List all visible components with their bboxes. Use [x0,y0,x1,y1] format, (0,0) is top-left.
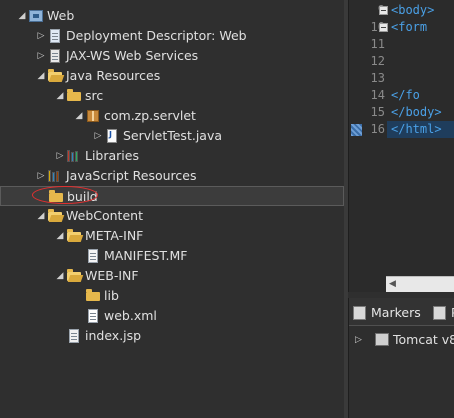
server-label: Tomcat v8. [393,332,454,347]
collapse-arrow-icon[interactable]: ◢ [35,206,47,226]
tree-item-label: Deployment Descriptor: Web [66,28,247,43]
tree-item[interactable]: ◢ Java Resources [0,66,344,86]
editor-horizontal-scrollbar[interactable]: ◀ [386,276,454,292]
tree-item[interactable]: ▷ JavaScript Resources [0,166,344,186]
expand-arrow-icon[interactable]: ▷ [92,126,104,146]
line-number: 13 [370,71,385,85]
tree-item[interactable]: lib [0,286,344,306]
tree-item-label: Libraries [85,148,139,163]
scroll-left-icon[interactable]: ◀ [389,279,396,289]
server-row[interactable]: ▷ Tomcat v8. [349,330,454,350]
tree-item[interactable]: index.jsp [0,326,344,346]
server-icon [375,333,389,346]
tree-item[interactable]: ◢ WEB-INF [0,266,344,286]
tree-item-label: JAX-WS Web Services [66,48,199,63]
tree-item[interactable]: ◢ com.zp.servlet [0,106,344,126]
tree-item-label: MANIFEST.MF [104,248,188,263]
collapse-arrow-icon[interactable]: ◢ [54,226,66,246]
tree-item-label: index.jsp [85,328,142,343]
xml-file-icon [85,309,101,323]
line-number: 12 [370,54,385,68]
code-line[interactable]: </body> [391,104,442,121]
tree-item[interactable]: MANIFEST.MF [0,246,344,266]
code-line[interactable]: <body> [391,2,434,19]
code-line[interactable]: </fo [391,87,420,104]
collapse-arrow-icon[interactable]: ◢ [73,106,85,126]
tree-item[interactable]: ▷ Deployment Descriptor: Web [0,26,344,46]
tree-item-label: com.zp.servlet [104,108,196,123]
panel-tab[interactable]: Markers [371,303,421,323]
deployment-descriptor-icon [47,29,63,43]
change-marker-icon [351,124,362,136]
web-services-icon [47,49,63,63]
expand-arrow-icon[interactable]: ▷ [35,26,47,46]
line-gutter: 13 [349,70,389,87]
source-folder-icon [66,89,82,103]
tree-item-label: build [67,189,98,204]
folder-open-icon [66,229,82,243]
expand-arrow-icon[interactable]: ▷ [54,146,66,166]
folder-open-icon [66,269,82,283]
line-number: 11 [370,37,385,51]
tree-item[interactable]: build [0,186,344,206]
tree-item-label: src [85,88,104,103]
collapse-arrow-icon[interactable]: ◢ [16,6,28,26]
project-icon [28,9,44,23]
tree-item-label: lib [104,288,119,303]
line-gutter: 11 [349,36,389,53]
java-file-icon [104,129,120,143]
tree-item[interactable]: web.xml [0,306,344,326]
project-explorer: ◢ Web ▷ Deployment Descriptor: Web ▷ JAX-WS W… [0,0,344,418]
collapse-arrow-icon[interactable]: ◢ [54,86,66,106]
tree-item-label: ServletTest.java [123,128,223,143]
jsp-file-icon [66,329,82,343]
javascript-resources-icon [47,169,63,183]
tree-item-label: WEB-INF [85,268,139,283]
fold-toggle-icon[interactable] [379,23,388,32]
folder-icon [48,190,64,204]
tree-item-label: META-INF [85,228,144,243]
line-gutter: 15 [349,104,389,121]
expand-arrow-icon[interactable]: ▷ [35,46,47,66]
tree-item-label: web.xml [104,308,157,323]
markers-icon [353,306,366,320]
tree-item[interactable]: ◢ Web [0,6,344,26]
tree-item-label: JavaScript Resources [66,168,197,183]
expand-arrow-icon[interactable]: ▷ [355,330,362,350]
line-number: 16 [370,122,385,136]
line-gutter: 10 [349,19,389,36]
tree-item-label: WebContent [66,208,143,223]
bottom-panel: MarkersP ▷ Tomcat v8. [348,298,454,418]
tree-item[interactable]: ▷ ServletTest.java [0,126,344,146]
line-gutter: 16 [349,121,389,138]
java-resources-icon [47,69,63,83]
folder-icon [85,289,101,303]
package-icon [85,109,101,123]
tree-item-label: Web [47,8,75,23]
tree-item[interactable]: ▷ JAX-WS Web Services [0,46,344,66]
tree-item-label: Java Resources [66,68,161,83]
line-gutter: 9 [349,2,389,19]
tree-item[interactable]: ◢ src [0,86,344,106]
line-gutter: 14 [349,87,389,104]
line-gutter: 12 [349,53,389,70]
tree-item[interactable]: ▷ Libraries [0,146,344,166]
code-line[interactable]: </html> [391,121,442,138]
tree-item[interactable]: ◢ WebContent [0,206,344,226]
bottom-panel-tabs: MarkersP [349,298,454,326]
folder-open-icon [47,209,63,223]
libraries-icon [66,149,82,163]
expand-arrow-icon[interactable]: ▷ [35,166,47,186]
tree-item[interactable]: ◢ META-INF [0,226,344,246]
collapse-arrow-icon[interactable]: ◢ [35,66,47,86]
code-editor[interactable]: 9<body>10 <form 11 12 13 14 </fo 15 </body> 16 <… [348,0,454,292]
line-number: 14 [370,88,385,102]
line-number: 15 [370,105,385,119]
code-line[interactable]: <form [391,19,427,36]
collapse-arrow-icon[interactable]: ◢ [54,266,66,286]
file-icon [85,249,101,263]
fold-toggle-icon[interactable] [379,6,388,15]
properties-icon [433,306,446,320]
